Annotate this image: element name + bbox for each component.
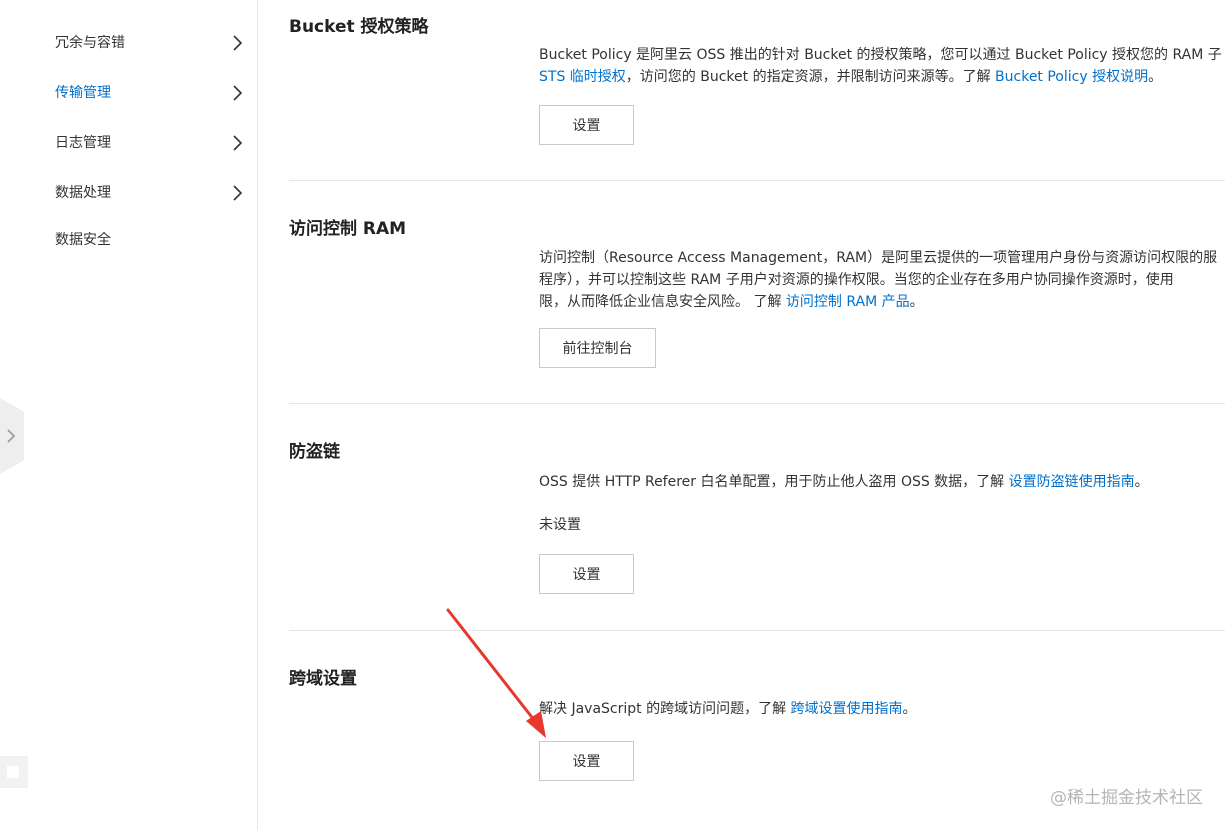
divider bbox=[289, 403, 1225, 404]
desc-text: 。 bbox=[909, 294, 924, 310]
section-title-hotlink: 防盗链 bbox=[289, 442, 340, 462]
section-title-ram: 访问控制 RAM bbox=[289, 219, 407, 239]
desc-text: 访问控制（Resource Access Management，RAM）是阿里云… bbox=[539, 250, 1218, 266]
chevron-right-icon bbox=[231, 132, 245, 154]
desc-text: Bucket Policy 是阿里云 OSS 推出的针对 Bucket 的授权策… bbox=[539, 47, 1222, 63]
sidebar: 冗余与容错 传输管理 日志管理 数据处理 数据安全 bbox=[0, 0, 258, 830]
section-title-bucket-policy: Bucket 授权策略 bbox=[289, 17, 429, 37]
desc-text: 。 bbox=[902, 701, 917, 717]
sidebar-item-logs[interactable]: 日志管理 bbox=[55, 131, 245, 155]
chevron-right-icon bbox=[7, 429, 16, 443]
hotlink-status: 未设置 bbox=[539, 517, 581, 533]
main-content: Bucket 授权策略 Bucket Policy 是阿里云 OSS 推出的针对… bbox=[259, 0, 1225, 830]
bucket-policy-settings-button[interactable]: 设置 bbox=[539, 105, 634, 145]
chevron-right-icon bbox=[231, 82, 245, 104]
floating-widget[interactable] bbox=[0, 756, 28, 788]
desc-text: OSS 提供 HTTP Referer 白名单配置，用于防止他人盗用 OSS 数… bbox=[539, 474, 1009, 490]
bucket-policy-doc-link[interactable]: Bucket Policy 授权说明 bbox=[995, 69, 1148, 85]
section-desc-cors: 解决 JavaScript 的跨域访问问题，了解 跨域设置使用指南。 bbox=[539, 698, 1225, 720]
section-desc-hotlink: OSS 提供 HTTP Referer 白名单配置，用于防止他人盗用 OSS 数… bbox=[539, 471, 1225, 493]
hotlink-guide-link[interactable]: 设置防盗链使用指南 bbox=[1009, 474, 1135, 490]
ram-product-link[interactable]: 访问控制 RAM 产品 bbox=[786, 294, 910, 310]
desc-text: 解决 JavaScript 的跨域访问问题，了解 bbox=[539, 701, 791, 717]
cors-guide-link[interactable]: 跨域设置使用指南 bbox=[791, 701, 903, 717]
sidebar-item-redundancy[interactable]: 冗余与容错 bbox=[55, 31, 245, 55]
sidebar-item-label: 日志管理 bbox=[55, 135, 111, 151]
desc-text: 。 bbox=[1134, 474, 1149, 490]
widget-icon bbox=[7, 766, 19, 778]
sidebar-item-label: 数据安全 bbox=[55, 232, 111, 248]
hotlink-settings-button[interactable]: 设置 bbox=[539, 554, 634, 594]
sidebar-item-label: 传输管理 bbox=[55, 85, 111, 101]
sts-auth-link[interactable]: STS 临时授权 bbox=[539, 69, 626, 85]
cors-settings-button[interactable]: 设置 bbox=[539, 741, 634, 781]
chevron-right-icon bbox=[231, 182, 245, 204]
go-to-console-button[interactable]: 前往控制台 bbox=[539, 328, 656, 368]
section-desc-ram: 访问控制（Resource Access Management，RAM）是阿里云… bbox=[539, 247, 1225, 313]
sidebar-item-data-security[interactable]: 数据安全 bbox=[55, 228, 245, 252]
desc-text: 。 bbox=[1148, 69, 1163, 85]
section-title-cors: 跨域设置 bbox=[289, 669, 357, 689]
chevron-right-icon bbox=[231, 32, 245, 54]
divider bbox=[289, 630, 1225, 631]
sidebar-item-data-processing[interactable]: 数据处理 bbox=[55, 181, 245, 205]
watermark: @稀土掘金技术社区 bbox=[1050, 788, 1203, 808]
section-desc-bucket-policy: Bucket Policy 是阿里云 OSS 推出的针对 Bucket 的授权策… bbox=[539, 44, 1225, 88]
desc-text: ，访问您的 Bucket 的指定资源，并限制访问来源等。了解 bbox=[625, 69, 996, 85]
desc-text: 程序），并可以控制这些 RAM 子用户对资源的操作权限。当您的企业存在多用户协同… bbox=[539, 272, 1174, 288]
desc-text: 限，从而降低企业信息安全风险。 了解 bbox=[539, 294, 786, 310]
sidebar-item-transfer[interactable]: 传输管理 bbox=[55, 81, 245, 105]
sidebar-item-label: 冗余与容错 bbox=[55, 35, 125, 51]
divider bbox=[289, 180, 1225, 181]
sidebar-item-label: 数据处理 bbox=[55, 185, 111, 201]
